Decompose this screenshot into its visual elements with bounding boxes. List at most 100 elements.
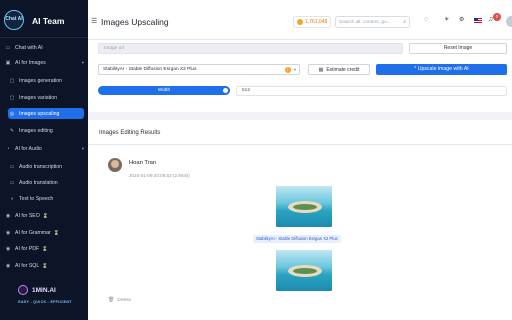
upscaled-image[interactable]: [276, 250, 332, 291]
sidebar-item-label: Audio transcription: [19, 163, 62, 170]
translation-icon: ▭: [9, 179, 15, 186]
sidebar-item-label: Images editing: [19, 127, 53, 134]
sidebar-item-chat-with-ai[interactable]: ▭ Chat with AI: [4, 42, 84, 53]
credits-value: 1,761,048: [305, 19, 328, 25]
footer-logo-icon: [18, 285, 28, 295]
credits-badge[interactable]: 1,761,048: [293, 16, 332, 28]
model-select-value: StabilityAI - Stable Diffusion Esrgan X2…: [103, 67, 197, 72]
model-select[interactable]: StabilityAI - Stable Diffusion Esrgan X2…: [98, 64, 300, 75]
audio-icon: ◔: [6, 145, 10, 152]
sidebar-item-ai-for-grammar[interactable]: ◉ AI for Grammar ⌛: [4, 227, 84, 238]
sidebar-item-label: Audio translation: [19, 179, 58, 186]
sidebar-item-images-upscaling[interactable]: ◎ Images upscaling: [8, 108, 84, 119]
page-title: Images Upscaling: [101, 17, 169, 27]
sidebar-item-label: Chat with AI: [15, 44, 43, 51]
delete-label: Delete: [117, 297, 132, 303]
image-icon: ▣: [5, 59, 11, 66]
sidebar-item-label: Images generation: [19, 77, 62, 84]
sidebar-item-label: AI for SQL: [15, 262, 40, 269]
menu-icon[interactable]: ☰: [91, 17, 97, 25]
estimate-credit-label: Estimate credit: [326, 66, 360, 73]
sidebar-item-text-to-speech[interactable]: ◖ Text to Speech: [8, 193, 84, 204]
sidebar-item-ai-for-pdf[interactable]: ◉ AI for PDF ⌛: [4, 243, 84, 254]
chat-bubble-icon[interactable]: ◌: [424, 16, 428, 23]
image-variation-icon: ▢: [9, 94, 15, 101]
results-title: Images Editing Results: [99, 130, 161, 136]
avatar[interactable]: [506, 16, 512, 27]
sidebar-item-label: AI for Audio: [15, 145, 42, 152]
chevron-down-icon: ▾: [293, 66, 296, 72]
chevron-down-icon: ▾: [81, 59, 84, 65]
source-image[interactable]: [276, 186, 332, 227]
avatar: [108, 158, 122, 172]
sidebar-item-label: AI for SEO: [15, 212, 40, 219]
sidebar-item-label: Images upscaling: [19, 110, 60, 117]
image-gen-icon: ▢: [9, 77, 15, 84]
warning-icon: !: [284, 66, 291, 73]
trash-icon: 🗑: [108, 297, 115, 303]
sidebar-item-images-generation[interactable]: ▢ Images generation: [8, 75, 84, 86]
results-panel: Images Editing Results Hoan Tran 2024-01…: [88, 120, 512, 320]
hourglass-icon: ⌛: [42, 212, 49, 218]
calculator-icon: ▦: [318, 66, 324, 73]
search-input[interactable]: Search all: content, gu... ⌕: [335, 16, 410, 28]
edit-icon: ✎: [9, 127, 15, 134]
upscale-icon: ◎: [9, 110, 15, 117]
footer-tagline: EASY - QUICK - EFFICIENT: [18, 300, 72, 304]
theme-toggle-icon[interactable]: ☀: [444, 16, 449, 23]
reset-image-button[interactable]: Reset Image: [409, 43, 507, 54]
chat-icon: ▭: [5, 44, 11, 51]
top-header: ☰ Images Upscaling 1,761,048 Search all:…: [88, 0, 512, 40]
seo-icon: ◉: [5, 212, 11, 219]
hourglass-icon: ⌛: [53, 229, 60, 235]
sidebar-item-ai-for-audio[interactable]: ◔ AI for Audio ▾: [4, 143, 84, 154]
grammar-icon: ◉: [5, 229, 11, 236]
image-trees: [293, 268, 317, 274]
image-url-input[interactable]: Image url: [98, 43, 403, 54]
language-flag-icon[interactable]: [474, 18, 482, 24]
width-slider[interactable]: Width: [98, 86, 230, 95]
footer-logo-text: 1MIN.AI: [32, 286, 56, 294]
brand[interactable]: Chat AI AI Team: [4, 10, 88, 34]
pdf-icon: ◉: [5, 245, 11, 252]
brand-logo: Chat AI: [4, 10, 24, 30]
settings-icon[interactable]: ⚙: [459, 16, 464, 23]
slider-handle[interactable]: [222, 87, 229, 94]
width-slider-label: Width: [157, 88, 171, 93]
coin-icon: [297, 19, 303, 25]
sidebar-item-ai-for-images[interactable]: ▣ AI for Images ▾: [4, 57, 84, 68]
brand-title: AI Team: [32, 16, 65, 26]
transcription-icon: ▭: [9, 163, 15, 170]
upscale-controls: Image url Reset Image StabilityAI - Stab…: [88, 40, 512, 112]
user-name: Hoan Tran: [129, 160, 157, 166]
estimate-credit-button[interactable]: ▦ Estimate credit: [308, 64, 370, 75]
timestamp: 2024-01-09 20:06:53 (2.904s): [129, 173, 190, 178]
sidebar-divider: [0, 37, 88, 38]
notification-badge: 0: [493, 13, 501, 21]
sidebar-item-label: AI for Images: [15, 59, 46, 66]
sidebar-item-ai-for-seo[interactable]: ◉ AI for SEO ⌛: [4, 210, 84, 221]
delete-button[interactable]: 🗑 Delete: [108, 297, 131, 303]
sidebar: Chat AI AI Team ▭ Chat with AI ▣ AI for …: [0, 0, 88, 320]
sidebar-item-ai-for-sql[interactable]: ◉ AI for SQL ⌛: [4, 260, 84, 271]
upscale-image-button[interactable]: * Upscale image with AI: [376, 64, 507, 75]
footer-logo[interactable]: 1MIN.AI: [18, 284, 78, 296]
sidebar-item-audio-translation[interactable]: ▭ Audio translation: [8, 177, 84, 188]
sidebar-item-label: Images variation: [19, 94, 58, 101]
image-trees: [293, 204, 317, 210]
model-tag: StabilityAI - Stable Diffusion Esrgan X2…: [253, 235, 341, 243]
sidebar-item-label: AI for PDF: [15, 245, 40, 252]
sql-icon: ◉: [5, 262, 11, 269]
speech-icon: ◖: [10, 195, 14, 202]
width-input[interactable]: 512: [236, 86, 507, 96]
divider: [88, 144, 512, 145]
sidebar-item-label: Text to Speech: [19, 195, 54, 202]
sidebar-item-images-editing[interactable]: ✎ Images editing: [8, 125, 84, 136]
sidebar-item-audio-transcription[interactable]: ▭ Audio transcription: [8, 161, 84, 172]
chevron-down-icon: ▾: [81, 145, 84, 151]
sidebar-item-images-variation[interactable]: ▢ Images variation: [8, 92, 84, 103]
hourglass-icon: ⌛: [42, 262, 48, 268]
search-placeholder: Search all: content, gu...: [339, 19, 391, 25]
hourglass-icon: ⌛: [42, 245, 48, 251]
sidebar-item-label: AI for Grammar: [15, 229, 51, 236]
